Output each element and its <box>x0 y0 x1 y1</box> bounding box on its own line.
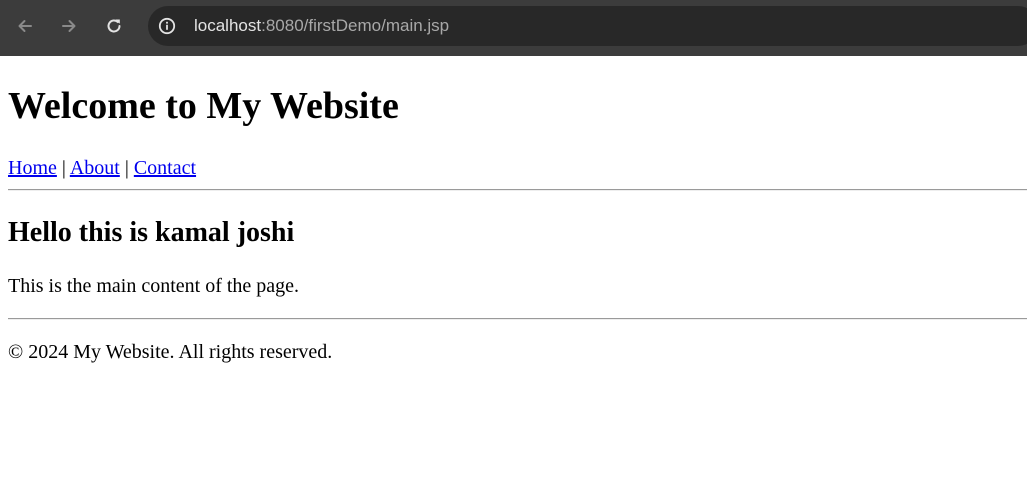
divider <box>8 318 1027 320</box>
info-circle-icon[interactable] <box>158 17 176 35</box>
arrow-left-icon <box>15 16 35 36</box>
nav-link-home[interactable]: Home <box>8 157 57 179</box>
reload-icon <box>104 16 124 36</box>
site-nav: Home | About | Contact <box>8 156 196 180</box>
main-text: This is the main content of the page. <box>8 275 300 297</box>
footer-text: © 2024 My Website. All rights reserved. <box>8 341 333 363</box>
divider <box>8 189 1027 191</box>
address-bar[interactable]: localhost:8080/firstDemo/main.jsp <box>148 6 1027 46</box>
nav-separator: | <box>61 157 66 179</box>
page-content: Welcome to My Website Home | About | Con… <box>0 56 1027 477</box>
back-button[interactable] <box>8 9 42 43</box>
arrow-right-icon <box>59 16 79 36</box>
nav-link-contact[interactable]: Contact <box>134 157 196 179</box>
browser-toolbar: localhost:8080/firstDemo/main.jsp <box>0 0 1027 56</box>
nav-link-about[interactable]: About <box>70 157 120 179</box>
url-host: localhost <box>194 16 262 35</box>
forward-button[interactable] <box>52 9 86 43</box>
url-text[interactable]: localhost:8080/firstDemo/main.jsp <box>194 16 449 36</box>
url-path: :8080/firstDemo/main.jsp <box>261 16 450 35</box>
reload-button[interactable] <box>97 9 131 43</box>
main-heading: Hello this is kamal joshi <box>8 217 295 248</box>
nav-separator: | <box>124 157 129 179</box>
page-title: Welcome to My Website <box>8 85 399 127</box>
